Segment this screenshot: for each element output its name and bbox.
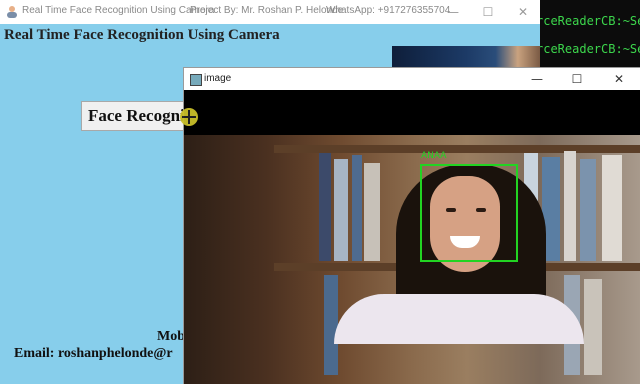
face-detection-box (420, 164, 518, 262)
camera-feed: ANAA (184, 90, 640, 384)
terminal-line: rceReaderCB:~Se (536, 14, 640, 28)
book (580, 159, 596, 261)
main-titlebar[interactable]: Real Time Face Recognition Using Camera … (0, 0, 540, 24)
book (352, 155, 362, 261)
maximize-button[interactable]: ☐ (471, 2, 505, 22)
book (364, 163, 380, 261)
image-maximize-button[interactable]: ☐ (560, 69, 594, 89)
close-button[interactable]: ✕ (506, 2, 540, 22)
mobile-label: Mob (157, 329, 185, 344)
book (584, 279, 602, 375)
book (334, 159, 348, 261)
page-heading: Real Time Face Recognition Using Camera (4, 27, 280, 43)
image-window-title: image (204, 73, 232, 84)
window-title-contact: WhatsApp: +917276355704 (326, 5, 451, 16)
window-title: Real Time Face Recognition Using Camera (22, 5, 215, 16)
face-detection-label: ANAA (421, 151, 447, 161)
person-shirt (334, 294, 584, 344)
cursor-move-icon (180, 108, 198, 126)
image-minimize-button[interactable]: — (520, 69, 554, 89)
email-label: Email: roshanphelonde@r (14, 346, 173, 361)
image-window-icon (190, 74, 202, 86)
bookshelf (274, 145, 640, 153)
image-window: image — ☐ ✕ ANAA (184, 68, 640, 384)
header-banner-image (392, 46, 540, 70)
book (319, 153, 331, 261)
image-close-button[interactable]: ✕ (602, 69, 636, 89)
image-window-titlebar[interactable]: image — ☐ ✕ (184, 68, 640, 90)
book (602, 155, 622, 261)
window-title-author: Project By: Mr. Roshan P. Helonde (190, 5, 344, 16)
terminal-line: rceReaderCB:~Se (536, 42, 640, 56)
minimize-button[interactable]: — (436, 2, 470, 22)
app-icon (7, 6, 17, 18)
book (564, 151, 576, 261)
book (324, 275, 338, 375)
